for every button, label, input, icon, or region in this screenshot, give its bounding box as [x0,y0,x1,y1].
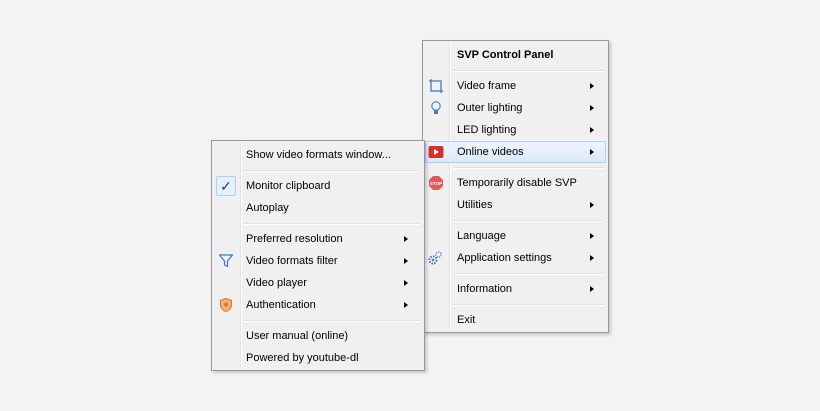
menu-item-powered-by-youtube-dl[interactable]: Powered by youtube-dl [214,347,422,369]
menu-item-utilities[interactable]: Utilities [425,194,606,216]
menu-separator [244,223,420,225]
menu-item-label: Temporarily disable SVP [457,177,577,189]
menu-item-monitor-clipboard[interactable]: ✓ Monitor clipboard [214,175,422,197]
submenu-arrow-icon [590,127,594,133]
svg-text:STOP: STOP [430,181,442,186]
menu-item-label: Application settings [457,252,552,264]
menu-item-outer-lighting[interactable]: Outer lighting [425,97,606,119]
menu-item-user-manual[interactable]: User manual (online) [214,325,422,347]
shield-icon [219,297,233,313]
menu-item-video-player[interactable]: Video player [214,272,422,294]
menu-item-label: Video frame [457,80,517,92]
menu-item-label: User manual (online) [246,330,349,342]
submenu-arrow-icon [404,302,408,308]
gears-icon [428,251,442,265]
svp-control-panel-menu: SVP Control Panel Video frame Outer ligh… [422,40,609,333]
menu-item-preferred-resolution[interactable]: Preferred resolution [214,228,422,250]
menu-item-label: Language [457,230,506,242]
menu-item-authentication[interactable]: Authentication [214,294,422,316]
menu-item-exit[interactable]: Exit [425,309,606,331]
menu-item-online-videos[interactable]: Online videos [425,141,606,163]
menu-separator [453,167,604,169]
menu-item-language[interactable]: Language [425,225,606,247]
menu-title: SVP Control Panel [425,44,606,66]
menu-item-label: Video formats filter [246,255,338,267]
submenu-arrow-icon [404,280,408,286]
menu-title-label: SVP Control Panel [457,49,554,61]
menu-item-label: Information [457,283,513,295]
submenu-arrow-icon [590,202,594,208]
menu-item-label: Online videos [457,146,524,158]
stop-sign-icon: STOP [429,176,443,190]
menu-item-led-lighting[interactable]: LED lighting [425,119,606,141]
light-bulb-icon [431,101,441,114]
menu-item-label: Authentication [246,299,316,311]
submenu-arrow-icon [404,236,408,242]
menu-item-temporarily-disable-svp[interactable]: STOP Temporarily disable SVP [425,172,606,194]
menu-item-autoplay[interactable]: Autoplay [214,197,422,219]
menu-separator [453,273,604,275]
menu-item-video-frame[interactable]: Video frame [425,75,606,97]
menu-separator [453,220,604,222]
menu-item-label: Utilities [457,199,493,211]
menu-item-label: Autoplay [246,202,289,214]
menu-item-label: Powered by youtube-dl [246,352,359,364]
menu-item-application-settings[interactable]: Application settings [425,247,606,269]
submenu-arrow-icon [590,286,594,292]
submenu-arrow-icon [590,233,594,239]
filter-funnel-icon [218,254,234,268]
menu-item-label: Show video formats window... [246,149,391,161]
menu-item-label: LED lighting [457,124,517,136]
menu-separator [453,304,604,306]
submenu-arrow-icon [590,83,594,89]
crop-frame-icon [429,79,443,93]
menu-item-video-formats-filter[interactable]: Video formats filter [214,250,422,272]
menu-item-information[interactable]: Information [425,278,606,300]
menu-item-label: Preferred resolution [246,233,343,245]
menu-item-label: Video player [246,277,307,289]
submenu-arrow-icon [590,255,594,261]
check-mark-icon: ✓ [216,176,236,196]
submenu-arrow-icon [404,258,408,264]
submenu-arrow-icon [590,149,594,155]
submenu-arrow-icon [590,105,594,111]
online-videos-submenu: Show video formats window... ✓ Monitor c… [211,140,425,371]
menu-separator [453,70,604,72]
menu-item-show-video-formats-window[interactable]: Show video formats window... [214,144,422,166]
menu-separator [244,320,420,322]
youtube-play-icon [428,146,444,158]
menu-item-label: Monitor clipboard [246,180,331,192]
menu-item-label: Outer lighting [457,102,523,114]
menu-item-label: Exit [457,314,476,326]
menu-separator [244,170,420,172]
